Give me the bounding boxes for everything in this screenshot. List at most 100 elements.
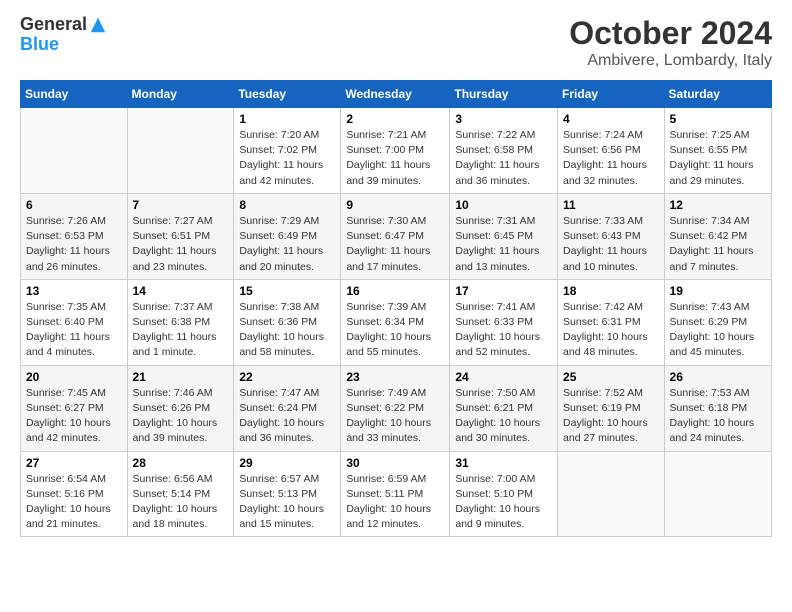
- table-row: 11Sunrise: 7:33 AMSunset: 6:43 PMDayligh…: [558, 193, 665, 279]
- day-number: 28: [133, 456, 229, 470]
- calendar-week-row: 13 Sunrise: 7:35 AMSunset: 6:40 PMDayligh…: [21, 279, 772, 365]
- day-info: Sunrise: 7:24 AMSunset: 6:56 PMDaylight:…: [563, 128, 659, 189]
- table-row: 19Sunrise: 7:43 AMSunset: 6:29 PMDayligh…: [664, 279, 771, 365]
- table-row: 30Sunrise: 6:59 AMSunset: 5:11 PMDayligh…: [341, 451, 450, 537]
- calendar-week-row: 20Sunrise: 7:45 AMSunset: 6:27 PMDayligh…: [21, 365, 772, 451]
- day-info: Sunrise: 6:57 AMSunset: 5:13 PMDaylight:…: [239, 472, 335, 533]
- day-number: 12: [670, 198, 766, 212]
- day-info: Sunrise: 7:46 AMSunset: 6:26 PMDaylight:…: [133, 386, 229, 447]
- day-number: 20: [26, 370, 122, 384]
- col-monday: Monday: [127, 81, 234, 108]
- day-info: Sunrise: 6:59 AMSunset: 5:11 PMDaylight:…: [346, 472, 444, 533]
- day-number: 2: [346, 112, 444, 126]
- day-number: 31: [455, 456, 552, 470]
- day-info: Sunrise: 7:37 AMSunset: 6:38 PMDaylight:…: [133, 300, 229, 361]
- table-row: [664, 451, 771, 537]
- logo-text-line2: Blue: [20, 34, 59, 54]
- day-number: 29: [239, 456, 335, 470]
- day-number: 1: [239, 112, 335, 126]
- day-number: 11: [563, 198, 659, 212]
- day-number: 24: [455, 370, 552, 384]
- day-number: 27: [26, 456, 122, 470]
- day-number: 10: [455, 198, 552, 212]
- table-row: 31 Sunrise: 7:00 AMSunset: 5:10 PMDayligh…: [450, 451, 558, 537]
- logo: General Blue: [20, 15, 107, 55]
- table-row: 17 Sunrise: 7:41 AMSunset: 6:33 PMDayligh…: [450, 279, 558, 365]
- day-info: Sunrise: 7:49 AMSunset: 6:22 PMDaylight:…: [346, 386, 444, 447]
- day-number: 15: [239, 284, 335, 298]
- day-info: Sunrise: 7:42 AMSunset: 6:31 PMDaylight:…: [563, 300, 659, 361]
- table-row: 16 Sunrise: 7:39 AMSunset: 6:34 PMDayligh…: [341, 279, 450, 365]
- day-info: Sunrise: 7:34 AMSunset: 6:42 PMDaylight:…: [670, 214, 766, 275]
- day-info: Sunrise: 7:41 AMSunset: 6:33 PMDaylight:…: [455, 300, 552, 361]
- day-number: 6: [26, 198, 122, 212]
- day-info: Sunrise: 6:54 AMSunset: 5:16 PMDaylight:…: [26, 472, 122, 533]
- day-number: 26: [670, 370, 766, 384]
- col-thursday: Thursday: [450, 81, 558, 108]
- day-number: 21: [133, 370, 229, 384]
- day-info: Sunrise: 7:21 AMSunset: 7:00 PMDaylight:…: [346, 128, 444, 189]
- table-row: 2 Sunrise: 7:21 AMSunset: 7:00 PMDaylight…: [341, 108, 450, 194]
- page: General Blue October 2024 Ambivere, Lomb…: [0, 0, 792, 612]
- day-info: Sunrise: 7:22 AMSunset: 6:58 PMDaylight:…: [455, 128, 552, 189]
- calendar-week-row: 27 Sunrise: 6:54 AMSunset: 5:16 PMDayligh…: [21, 451, 772, 537]
- col-saturday: Saturday: [664, 81, 771, 108]
- table-row: 21 Sunrise: 7:46 AMSunset: 6:26 PMDayligh…: [127, 365, 234, 451]
- day-number: 23: [346, 370, 444, 384]
- logo-text-line1: General: [20, 15, 87, 35]
- day-info: Sunrise: 7:43 AMSunset: 6:29 PMDaylight:…: [670, 300, 766, 361]
- day-info: Sunrise: 7:25 AMSunset: 6:55 PMDaylight:…: [670, 128, 766, 189]
- day-info: Sunrise: 7:39 AMSunset: 6:34 PMDaylight:…: [346, 300, 444, 361]
- day-info: Sunrise: 7:35 AMSunset: 6:40 PMDaylight:…: [26, 300, 122, 361]
- day-info: Sunrise: 7:53 AMSunset: 6:18 PMDaylight:…: [670, 386, 766, 447]
- table-row: 13 Sunrise: 7:35 AMSunset: 6:40 PMDayligh…: [21, 279, 128, 365]
- table-row: 4 Sunrise: 7:24 AMSunset: 6:56 PMDaylight…: [558, 108, 665, 194]
- table-row: 1Sunrise: 7:20 AMSunset: 7:02 PMDaylight…: [234, 108, 341, 194]
- day-info: Sunrise: 7:27 AMSunset: 6:51 PMDaylight:…: [133, 214, 229, 275]
- subtitle: Ambivere, Lombardy, Italy: [569, 52, 772, 70]
- table-row: [558, 451, 665, 537]
- day-info: Sunrise: 7:47 AMSunset: 6:24 PMDaylight:…: [239, 386, 335, 447]
- day-info: Sunrise: 7:38 AMSunset: 6:36 PMDaylight:…: [239, 300, 335, 361]
- table-row: [127, 108, 234, 194]
- table-row: 20Sunrise: 7:45 AMSunset: 6:27 PMDayligh…: [21, 365, 128, 451]
- table-row: 10 Sunrise: 7:31 AMSunset: 6:45 PMDayligh…: [450, 193, 558, 279]
- table-row: 22Sunrise: 7:47 AMSunset: 6:24 PMDayligh…: [234, 365, 341, 451]
- table-row: 25Sunrise: 7:52 AMSunset: 6:19 PMDayligh…: [558, 365, 665, 451]
- day-info: Sunrise: 7:00 AMSunset: 5:10 PMDaylight:…: [455, 472, 552, 533]
- calendar-header-row: Sunday Monday Tuesday Wednesday Thursday…: [21, 81, 772, 108]
- day-number: 17: [455, 284, 552, 298]
- logo-icon: [89, 16, 107, 34]
- table-row: 28 Sunrise: 6:56 AMSunset: 5:14 PMDayligh…: [127, 451, 234, 537]
- table-row: 3 Sunrise: 7:22 AMSunset: 6:58 PMDaylight…: [450, 108, 558, 194]
- table-row: 24 Sunrise: 7:50 AMSunset: 6:21 PMDayligh…: [450, 365, 558, 451]
- day-info: Sunrise: 7:50 AMSunset: 6:21 PMDaylight:…: [455, 386, 552, 447]
- day-info: Sunrise: 7:26 AMSunset: 6:53 PMDaylight:…: [26, 214, 122, 275]
- day-info: Sunrise: 7:29 AMSunset: 6:49 PMDaylight:…: [239, 214, 335, 275]
- day-info: Sunrise: 6:56 AMSunset: 5:14 PMDaylight:…: [133, 472, 229, 533]
- col-friday: Friday: [558, 81, 665, 108]
- header: General Blue October 2024 Ambivere, Lomb…: [20, 15, 772, 70]
- day-number: 14: [133, 284, 229, 298]
- table-row: 8 Sunrise: 7:29 AMSunset: 6:49 PMDaylight…: [234, 193, 341, 279]
- table-row: [21, 108, 128, 194]
- calendar-week-row: 6 Sunrise: 7:26 AMSunset: 6:53 PMDaylight…: [21, 193, 772, 279]
- day-info: Sunrise: 7:52 AMSunset: 6:19 PMDaylight:…: [563, 386, 659, 447]
- day-number: 13: [26, 284, 122, 298]
- day-info: Sunrise: 7:30 AMSunset: 6:47 PMDaylight:…: [346, 214, 444, 275]
- table-row: 27 Sunrise: 6:54 AMSunset: 5:16 PMDayligh…: [21, 451, 128, 537]
- day-number: 3: [455, 112, 552, 126]
- table-row: 23 Sunrise: 7:49 AMSunset: 6:22 PMDayligh…: [341, 365, 450, 451]
- day-number: 16: [346, 284, 444, 298]
- table-row: 7Sunrise: 7:27 AMSunset: 6:51 PMDaylight…: [127, 193, 234, 279]
- day-number: 8: [239, 198, 335, 212]
- day-number: 5: [670, 112, 766, 126]
- day-info: Sunrise: 7:31 AMSunset: 6:45 PMDaylight:…: [455, 214, 552, 275]
- table-row: 9Sunrise: 7:30 AMSunset: 6:47 PMDaylight…: [341, 193, 450, 279]
- table-row: 26 Sunrise: 7:53 AMSunset: 6:18 PMDayligh…: [664, 365, 771, 451]
- table-row: 12 Sunrise: 7:34 AMSunset: 6:42 PMDayligh…: [664, 193, 771, 279]
- col-tuesday: Tuesday: [234, 81, 341, 108]
- day-number: 18: [563, 284, 659, 298]
- table-row: 14 Sunrise: 7:37 AMSunset: 6:38 PMDayligh…: [127, 279, 234, 365]
- day-number: 4: [563, 112, 659, 126]
